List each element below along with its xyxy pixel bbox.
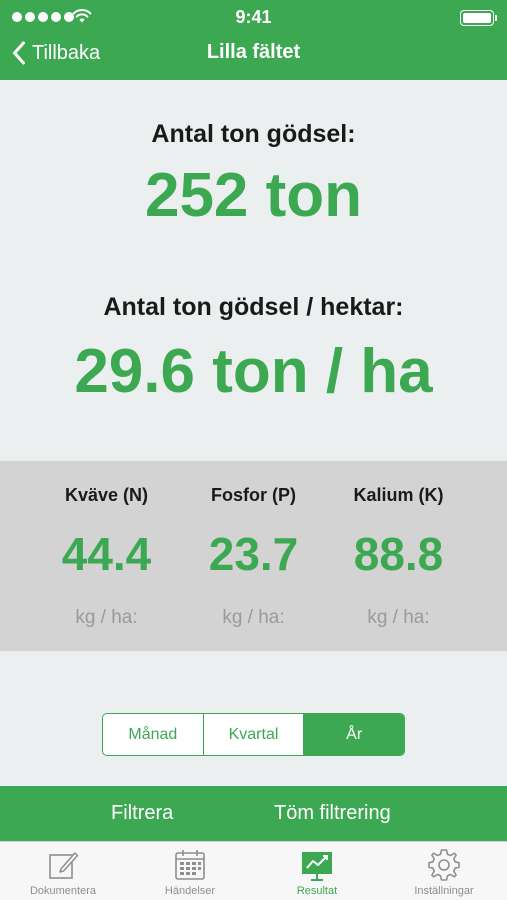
total-label: Antal ton gödsel: — [151, 120, 356, 148]
page-title: Lilla fältet — [206, 41, 301, 63]
nutrient-unit: kg / ha: — [367, 607, 430, 628]
nutrient-unit: kg / ha: — [75, 607, 138, 628]
period-selector: Månad Kvartal År — [102, 713, 405, 756]
status-time: 9:41 — [235, 7, 272, 27]
nutrient-label: Fosfor (P) — [211, 485, 296, 505]
tab-resultat[interactable]: Resultat — [254, 842, 380, 900]
tab-handelser[interactable]: Händelser — [127, 842, 253, 900]
navigation-bar: 9:41 Tillbaka Lilla fältet — [0, 0, 507, 80]
nutrient-value: 88.8 — [353, 528, 444, 580]
per-hectare-value: 29.6 ton / ha — [74, 337, 433, 406]
tab-label: Händelser — [164, 885, 216, 897]
chart-presentation-icon — [302, 852, 332, 881]
nutrient-value: 23.7 — [208, 528, 299, 580]
battery-icon — [460, 10, 497, 26]
nutrient-phosphorus: Fosfor (P) 23.7 kg / ha: — [169, 461, 338, 651]
tab-label: Dokumentera — [29, 885, 97, 897]
total-value: 252 ton — [144, 161, 363, 230]
tab-installningar[interactable]: Inställningar — [381, 842, 507, 900]
filter-button[interactable]: Filtrera — [111, 786, 173, 841]
gear-icon — [428, 849, 460, 881]
nutrient-nitrogen: Kväve (N) 44.4 kg / ha: — [22, 461, 191, 651]
tab-label: Resultat — [296, 885, 338, 897]
clear-filter-button[interactable]: Töm filtrering — [274, 786, 391, 841]
compose-icon — [49, 852, 79, 879]
nutrient-label: Kväve (N) — [64, 485, 149, 505]
period-quarter-segment[interactable]: Kvartal — [202, 714, 304, 755]
period-year-segment[interactable]: År — [303, 714, 404, 755]
nutrient-value: 44.4 — [61, 528, 152, 580]
tab-label: Inställningar — [414, 885, 474, 897]
per-hectare-label: Antal ton gödsel / hektar: — [103, 293, 404, 321]
status-bar: 9:41 — [0, 0, 507, 34]
filter-bar: Filtrera Töm filtrering — [0, 786, 507, 841]
tab-bar: Dokumentera Händelser Resultat Inställni… — [0, 841, 507, 900]
tab-dokumentera[interactable]: Dokumentera — [0, 842, 126, 900]
nutrient-unit: kg / ha: — [222, 607, 285, 628]
period-month-segment[interactable]: Månad — [103, 714, 203, 755]
calendar-icon — [175, 850, 205, 880]
nutrient-label: Kalium (K) — [353, 485, 444, 505]
nutrient-potassium: Kalium (K) 88.8 kg / ha: — [314, 461, 483, 651]
nutrients-panel: Kväve (N) 44.4 kg / ha: Fosfor (P) 23.7 … — [0, 461, 507, 651]
